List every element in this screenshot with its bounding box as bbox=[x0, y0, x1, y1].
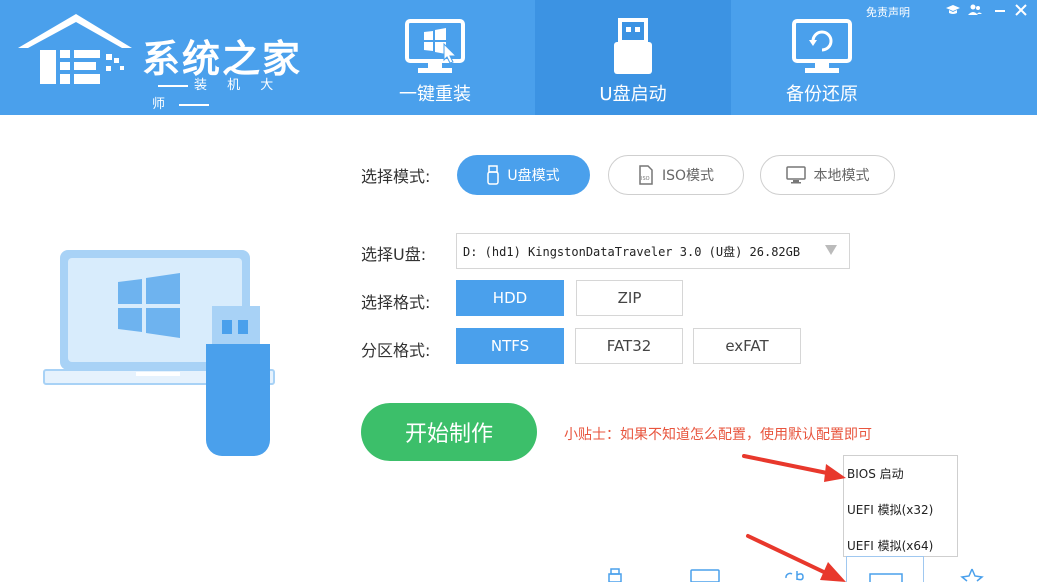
mode-label-text: U盘模式 bbox=[507, 168, 560, 184]
disk-label: 选择U盘: bbox=[361, 245, 427, 264]
star-icon[interactable] bbox=[960, 568, 984, 582]
boot-mode-popup-menu: BIOS 启动 UEFI 模拟(x32) UEFI 模拟(x64) bbox=[843, 455, 958, 557]
usb-drive-icon bbox=[614, 18, 652, 74]
red-arrow-icon bbox=[742, 454, 846, 482]
svg-text:ISO: ISO bbox=[641, 176, 650, 182]
logo-subtitle: 装 机 大 师 bbox=[152, 74, 314, 112]
close-icon[interactable] bbox=[1014, 3, 1028, 17]
bottom-tab-active[interactable] bbox=[846, 556, 924, 582]
monitor-small-icon bbox=[869, 573, 903, 582]
monitor-restore-icon bbox=[792, 19, 852, 73]
logo-subtitle-text: 装 机 大 师 bbox=[152, 78, 282, 112]
dropdown-caret-icon[interactable] bbox=[825, 245, 837, 255]
app-header: 系统之家 装 机 大 师 一键重装 U盘启动 备份还原 免责声明 bbox=[0, 0, 1037, 115]
tab-label: 一键重装 bbox=[399, 84, 471, 105]
tab-label: 备份还原 bbox=[786, 84, 858, 105]
monitor-icon bbox=[785, 166, 806, 184]
popup-item-bios[interactable]: BIOS 启动 bbox=[847, 465, 904, 482]
tab-label: U盘启动 bbox=[599, 84, 667, 105]
partition-fat32-button[interactable]: FAT32 bbox=[575, 328, 683, 364]
graduate-cap-icon[interactable] bbox=[946, 3, 960, 17]
usb-icon bbox=[487, 165, 500, 185]
mode-label-text: 本地模式 bbox=[813, 168, 870, 184]
monitor-small-icon[interactable] bbox=[690, 568, 720, 582]
mode-label: 选择模式: bbox=[361, 167, 431, 186]
app-logo: 系统之家 装 机 大 师 bbox=[14, 10, 314, 112]
format-zip-button[interactable]: ZIP bbox=[576, 280, 683, 316]
format-hdd-button[interactable]: HDD bbox=[456, 280, 564, 316]
mode-label-text: ISO模式 bbox=[661, 168, 715, 184]
usb-small-icon[interactable] bbox=[606, 568, 624, 582]
mode-local-button[interactable]: 本地模式 bbox=[760, 155, 895, 195]
format-label: 选择格式: bbox=[361, 293, 431, 312]
disk-select[interactable]: D: (hd1) KingstonDataTraveler 3.0 (U盘) 2… bbox=[456, 233, 850, 269]
monitor-windows-icon bbox=[405, 19, 465, 73]
disclaimer-link[interactable]: 免责声明 bbox=[866, 4, 910, 20]
laptop-usb-illustration bbox=[43, 250, 275, 456]
house-logo-icon bbox=[18, 14, 132, 84]
popup-item-uefi-x64[interactable]: UEFI 模拟(x64) bbox=[847, 537, 933, 554]
minimize-icon[interactable] bbox=[993, 3, 1007, 17]
start-make-button[interactable]: 开始制作 bbox=[361, 403, 537, 461]
iso-file-icon: ISO bbox=[639, 165, 653, 185]
users-icon[interactable] bbox=[968, 3, 982, 17]
tab-usb-boot[interactable]: U盘启动 bbox=[535, 0, 731, 115]
disk-select-value: D: (hd1) KingstonDataTraveler 3.0 (U盘) 2… bbox=[463, 244, 801, 259]
red-arrow-icon bbox=[746, 534, 846, 582]
partition-exfat-button[interactable]: exFAT bbox=[693, 328, 801, 364]
mode-usb-button[interactable]: U盘模式 bbox=[457, 155, 590, 195]
mode-iso-button[interactable]: ISO ISO模式 bbox=[608, 155, 744, 195]
tab-one-click-reinstall[interactable]: 一键重装 bbox=[337, 0, 533, 115]
popup-item-uefi-x32[interactable]: UEFI 模拟(x32) bbox=[847, 501, 933, 518]
tip-text: 小贴士：如果不知道怎么配置，使用默认配置即可 bbox=[564, 427, 872, 443]
partition-label: 分区格式: bbox=[361, 341, 431, 360]
partition-ntfs-button[interactable]: NTFS bbox=[456, 328, 564, 364]
